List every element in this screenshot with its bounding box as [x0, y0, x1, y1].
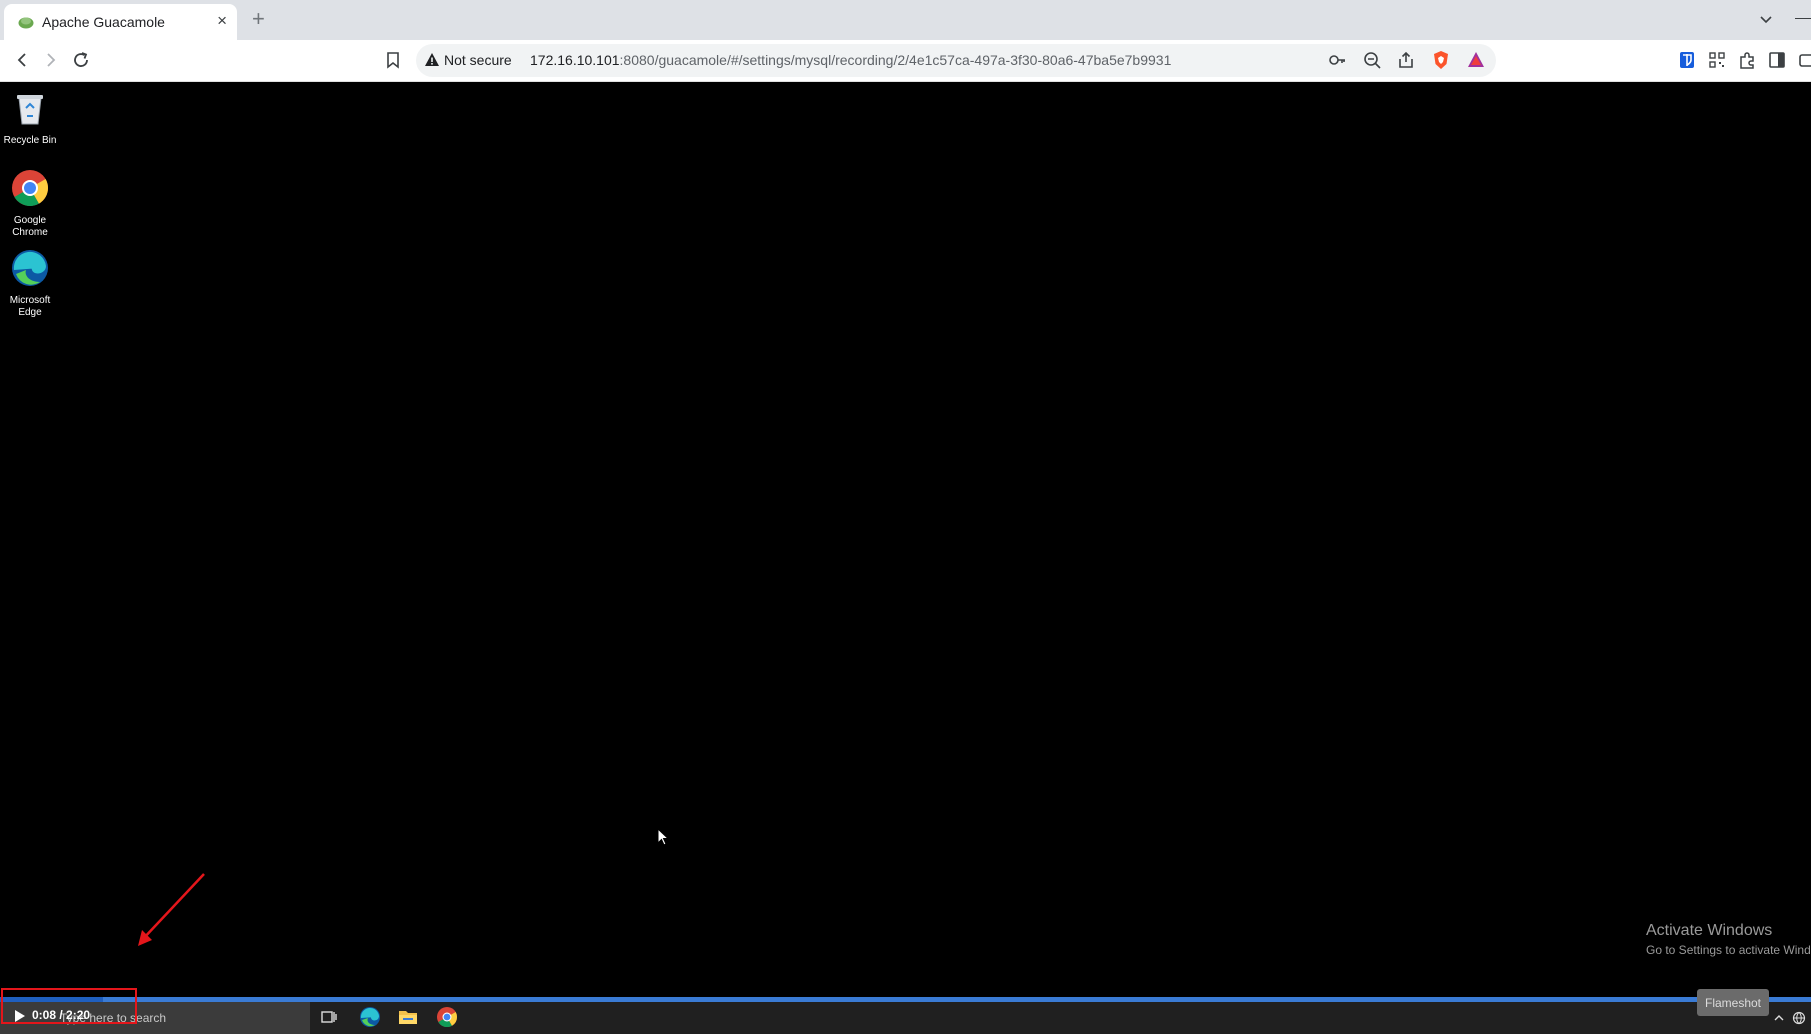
- bitwarden-icon[interactable]: [1677, 50, 1697, 70]
- annotation-highlight-box: [1, 988, 137, 1024]
- tab-apache-guacamole[interactable]: Apache Guacamole ×: [4, 4, 237, 40]
- desktop-icon-google-chrome[interactable]: Google Chrome: [0, 168, 60, 239]
- bookmark-icon[interactable]: [383, 50, 403, 70]
- wallet-icon[interactable]: [1797, 50, 1811, 70]
- sidebar-icon[interactable]: [1767, 50, 1787, 70]
- tab-strip: Apache Guacamole × +: [0, 0, 1811, 40]
- reload-icon[interactable]: [71, 50, 91, 70]
- guacamole-icon: [18, 17, 34, 29]
- desktop-icon-label: Google Chrome: [12, 215, 48, 238]
- chevron-down-icon[interactable]: [1756, 9, 1776, 29]
- activate-windows-subtitle: Go to Settings to activate Windo: [1646, 943, 1811, 957]
- warning-icon[interactable]: [424, 52, 440, 68]
- desktop-icon-microsoft-edge[interactable]: Microsoft Edge: [0, 248, 60, 319]
- key-icon[interactable]: [1327, 50, 1347, 70]
- brave-rewards-icon[interactable]: [1466, 50, 1486, 70]
- edge-icon[interactable]: [359, 1006, 381, 1028]
- chrome-icon: [12, 170, 49, 207]
- file-explorer-icon[interactable]: [397, 1006, 419, 1028]
- edge-icon: [12, 250, 48, 286]
- globe-icon[interactable]: [1792, 1011, 1806, 1025]
- desktop-icon-recycle-bin[interactable]: Recycle Bin: [0, 88, 60, 147]
- chrome-icon[interactable]: [436, 1006, 458, 1028]
- security-status[interactable]: Not secure: [444, 52, 512, 68]
- annotation-arrow-icon: [138, 873, 205, 946]
- url-text[interactable]: 172.16.10.101:8080/guacamole/#/settings/…: [530, 52, 1171, 68]
- forward-icon[interactable]: [41, 50, 61, 70]
- task-view-icon[interactable]: [318, 1006, 340, 1028]
- activate-windows-title: Activate Windows: [1646, 922, 1773, 939]
- tab-title: Apache Guacamole: [42, 14, 165, 30]
- flameshot-tooltip: Flameshot: [1697, 989, 1769, 1016]
- chevron-up-icon[interactable]: [1772, 1011, 1786, 1025]
- tab-close-button[interactable]: ×: [217, 12, 227, 30]
- playback-progress-bar[interactable]: [0, 997, 1811, 1002]
- extensions-icon[interactable]: [1737, 50, 1757, 70]
- mouse-cursor-icon: [657, 828, 669, 846]
- back-icon[interactable]: [12, 50, 32, 70]
- browser-toolbar: Not secure 172.16.10.101:8080/guacamole/…: [0, 40, 1811, 82]
- share-icon[interactable]: [1396, 50, 1416, 70]
- desktop-icon-label: Recycle Bin: [3, 135, 57, 146]
- minimize-button[interactable]: [1795, 18, 1811, 19]
- desktop-icon-label: Microsoft Edge: [9, 295, 51, 318]
- remote-desktop-view[interactable]: Recycle Bin Google Chrome Microsoft Edge…: [0, 82, 1811, 1034]
- recycle-bin-icon: [17, 95, 43, 125]
- zoom-out-icon[interactable]: [1362, 50, 1382, 70]
- new-tab-button[interactable]: +: [252, 7, 265, 31]
- brave-shields-icon[interactable]: [1431, 50, 1451, 70]
- qr-icon[interactable]: [1707, 50, 1727, 70]
